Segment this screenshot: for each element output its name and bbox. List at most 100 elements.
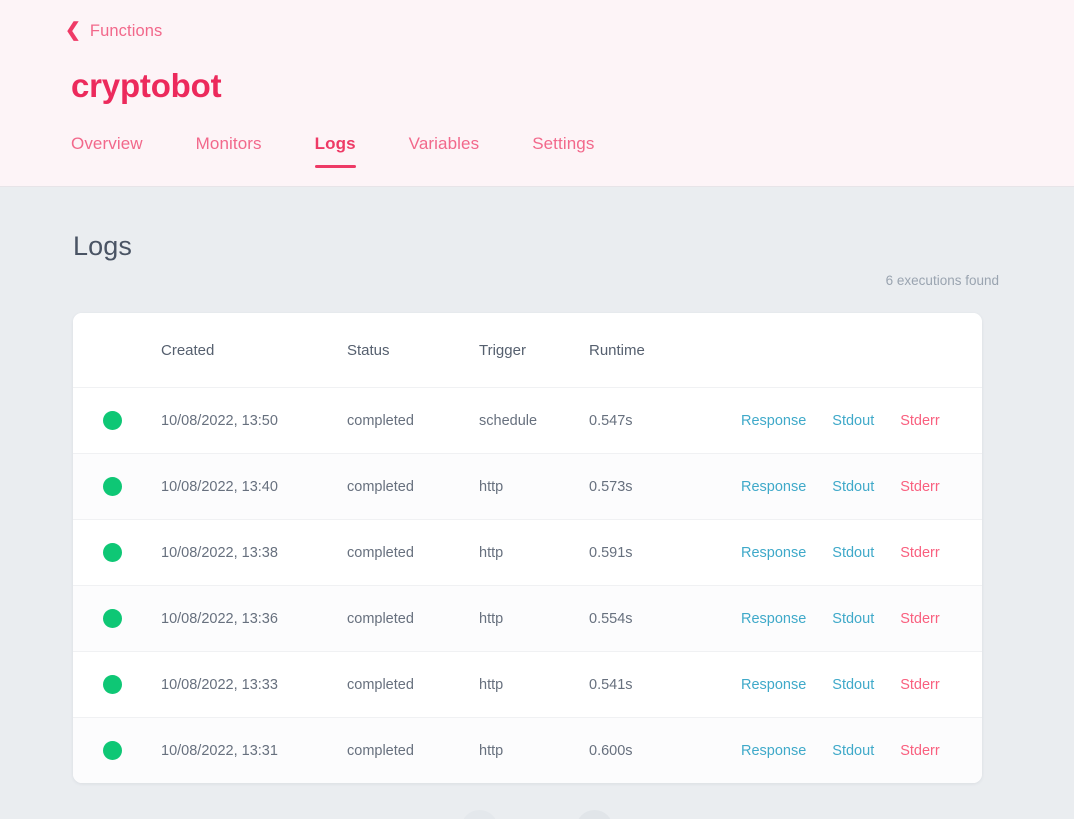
cell-status: completed	[347, 585, 479, 652]
row-action-links: Response Stdout Stderr	[741, 479, 982, 495]
cell-created: 10/08/2022, 13:50	[161, 387, 347, 454]
stderr-link[interactable]: Stderr	[900, 413, 940, 429]
status-indicator-cell	[73, 387, 161, 454]
cell-trigger: schedule	[479, 387, 589, 454]
table-row[interactable]: 10/08/2022, 13:50 completed schedule 0.547s…	[73, 387, 982, 454]
cell-runtime: 0.547s	[589, 387, 741, 454]
function-header: ❮ Functions cryptobot Overview Monitors …	[0, 0, 1074, 187]
stdout-link[interactable]: Stdout	[832, 743, 874, 759]
tab-overview[interactable]: Overview	[71, 134, 143, 168]
table-row[interactable]: 10/08/2022, 13:31 completed http 0.600s Resp…	[73, 717, 982, 783]
logs-table: Created Status Trigger Runtime 10/08/202…	[73, 313, 982, 783]
col-header-actions	[741, 313, 982, 388]
cell-created: 10/08/2022, 13:33	[161, 651, 347, 718]
cell-actions: Response Stdout Stderr	[741, 585, 982, 652]
logs-table-head: Created Status Trigger Runtime	[73, 313, 982, 388]
col-header-indicator	[73, 313, 161, 388]
tab-monitors-label: Monitors	[195, 134, 262, 153]
executions-count-row: 6 executions found	[73, 262, 1001, 290]
cell-status: completed	[347, 453, 479, 520]
status-dot-icon	[103, 609, 122, 628]
tab-logs[interactable]: Logs	[314, 134, 356, 168]
tab-logs-label: Logs	[314, 134, 356, 153]
chevron-left-icon: ❮	[65, 20, 81, 41]
col-header-created: Created	[161, 313, 347, 388]
cell-runtime: 0.573s	[589, 453, 741, 520]
cell-actions: Response Stdout Stderr	[741, 651, 982, 718]
cell-trigger: http	[479, 651, 589, 718]
cell-status: completed	[347, 717, 479, 783]
row-action-links: Response Stdout Stderr	[741, 743, 982, 759]
cell-runtime: 0.554s	[589, 585, 741, 652]
cell-actions: Response Stdout Stderr	[741, 387, 982, 454]
stdout-link[interactable]: Stdout	[832, 611, 874, 627]
table-row[interactable]: 10/08/2022, 13:36 completed http 0.554s Resp…	[73, 585, 982, 652]
cell-created: 10/08/2022, 13:31	[161, 717, 347, 783]
table-row[interactable]: 10/08/2022, 13:33 completed http 0.541s Resp…	[73, 651, 982, 718]
status-indicator-cell	[73, 651, 161, 718]
cell-actions: Response Stdout Stderr	[741, 717, 982, 783]
status-indicator-cell	[73, 717, 161, 783]
logs-table-card: Created Status Trigger Runtime 10/08/202…	[73, 313, 982, 783]
logs-table-body: 10/08/2022, 13:50 completed schedule 0.547s…	[73, 387, 982, 783]
response-link[interactable]: Response	[741, 545, 806, 561]
function-tabs: Overview Monitors Logs Variables Setting…	[71, 134, 1074, 168]
stderr-link[interactable]: Stderr	[900, 743, 940, 759]
stderr-link[interactable]: Stderr	[900, 611, 940, 627]
row-action-links: Response Stdout Stderr	[741, 545, 982, 561]
stdout-link[interactable]: Stdout	[832, 479, 874, 495]
back-to-functions-link[interactable]: ❮ Functions	[65, 0, 162, 41]
cell-actions: Response Stdout Stderr	[741, 519, 982, 586]
section-title: Logs	[73, 231, 132, 261]
col-header-trigger: Trigger	[479, 313, 589, 388]
cell-created: 10/08/2022, 13:38	[161, 519, 347, 586]
stderr-link[interactable]: Stderr	[900, 677, 940, 693]
row-action-links: Response Stdout Stderr	[741, 413, 982, 429]
cell-runtime: 0.600s	[589, 717, 741, 783]
status-dot-icon	[103, 741, 122, 760]
stderr-link[interactable]: Stderr	[900, 545, 940, 561]
status-indicator-cell	[73, 453, 161, 520]
cell-runtime: 0.591s	[589, 519, 741, 586]
stderr-link[interactable]: Stderr	[900, 479, 940, 495]
table-row[interactable]: 10/08/2022, 13:38 completed http 0.591s Resp…	[73, 519, 982, 586]
response-link[interactable]: Response	[741, 677, 806, 693]
response-link[interactable]: Response	[741, 413, 806, 429]
status-dot-icon	[103, 675, 122, 694]
status-dot-icon	[103, 411, 122, 430]
cell-trigger: http	[479, 585, 589, 652]
col-header-runtime: Runtime	[589, 313, 741, 388]
page-title: cryptobot	[71, 67, 222, 104]
tab-overview-label: Overview	[71, 134, 143, 153]
col-header-status: Status	[347, 313, 479, 388]
stdout-link[interactable]: Stdout	[832, 413, 874, 429]
cell-created: 10/08/2022, 13:36	[161, 585, 347, 652]
table-header-row: Created Status Trigger Runtime	[73, 313, 982, 388]
pagination-next-button[interactable]: ❯	[575, 810, 613, 819]
cell-status: completed	[347, 387, 479, 454]
row-action-links: Response Stdout Stderr	[741, 677, 982, 693]
row-action-links: Response Stdout Stderr	[741, 611, 982, 627]
tab-variables[interactable]: Variables	[409, 134, 480, 168]
response-link[interactable]: Response	[741, 743, 806, 759]
executions-count: 6 executions found	[885, 273, 999, 288]
status-dot-icon	[103, 477, 122, 496]
cell-created: 10/08/2022, 13:40	[161, 453, 347, 520]
cell-status: completed	[347, 651, 479, 718]
tab-monitors[interactable]: Monitors	[196, 134, 262, 168]
stdout-link[interactable]: Stdout	[832, 545, 874, 561]
response-link[interactable]: Response	[741, 611, 806, 627]
cell-status: completed	[347, 519, 479, 586]
tab-variables-label: Variables	[408, 134, 480, 153]
stdout-link[interactable]: Stdout	[832, 677, 874, 693]
status-dot-icon	[103, 543, 122, 562]
tab-settings[interactable]: Settings	[532, 134, 594, 168]
table-row[interactable]: 10/08/2022, 13:40 completed http 0.573s Resp…	[73, 453, 982, 520]
tab-settings-label: Settings	[532, 134, 595, 153]
cell-trigger: http	[479, 717, 589, 783]
cell-actions: Response Stdout Stderr	[741, 453, 982, 520]
response-link[interactable]: Response	[741, 479, 806, 495]
cell-trigger: http	[479, 519, 589, 586]
pagination-prev-button[interactable]: ❮	[460, 810, 498, 819]
cell-trigger: http	[479, 453, 589, 520]
